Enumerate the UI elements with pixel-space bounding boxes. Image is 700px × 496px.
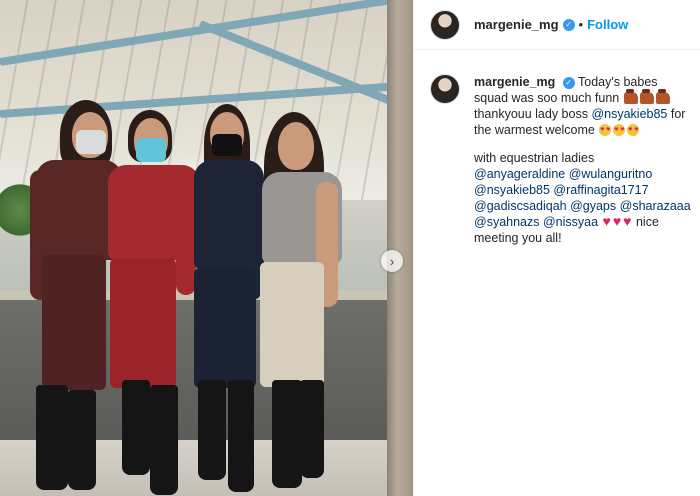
red-heart-emoji: ♥	[612, 213, 622, 229]
header-username[interactable]: margenie_mg	[474, 17, 559, 32]
separator: •	[578, 17, 584, 32]
photo-pillar	[387, 0, 413, 496]
carousel-next-button[interactable]: ›	[381, 250, 403, 272]
caption-text: margenie_mg ✓ Today's babes squad was so…	[474, 74, 692, 246]
mention-link[interactable]: @gadiscsadiqah	[474, 199, 567, 213]
red-heart-emoji: ♥	[602, 213, 611, 229]
caption-line-2: with equestrian ladies	[474, 151, 595, 165]
follow-button[interactable]: Follow	[587, 17, 628, 32]
caption-line-1b: thankyouu lady boss	[474, 107, 588, 121]
caption-block: margenie_mg ✓ Today's babes squad was so…	[430, 74, 692, 246]
mention-link[interactable]: @sharazaaa	[620, 199, 691, 213]
mention-link[interactable]: @syahnazs	[474, 215, 540, 229]
verified-icon: ✓	[562, 18, 575, 31]
heart-eyes-emoji	[599, 124, 612, 136]
avatar[interactable]	[430, 74, 460, 104]
post-header: margenie_mg ✓ • Follow	[414, 0, 700, 50]
post-sidebar: margenie_mg ✓ • Follow margenie_mg ✓ Tod…	[413, 0, 700, 496]
heart-eyes-emoji	[613, 124, 626, 136]
avatar[interactable]	[430, 9, 460, 40]
chevron-right-icon: ›	[389, 253, 395, 269]
mention-link[interactable]: @nsyakieb85	[591, 107, 667, 121]
mention-link[interactable]: @raffinagita1717	[553, 183, 648, 197]
mention-link[interactable]: @gyaps	[570, 199, 616, 213]
mention-link[interactable]: @nsyakieb85	[474, 183, 550, 197]
horse-emoji	[639, 89, 654, 104]
verified-icon: ✓	[562, 76, 575, 89]
mention-link[interactable]: @anyageraldine	[474, 167, 565, 181]
paragraph-break	[474, 138, 692, 150]
red-heart-emoji: ♥	[623, 213, 632, 229]
horse-emoji	[655, 89, 670, 104]
horse-emoji	[623, 89, 638, 104]
heart-eyes-emoji	[627, 124, 640, 136]
mention-link[interactable]: @nissyaa	[543, 215, 598, 229]
post-photo[interactable]: ›	[0, 0, 413, 496]
mention-link[interactable]: @wulanguritno	[569, 167, 653, 181]
caption-username[interactable]: margenie_mg	[474, 75, 555, 89]
